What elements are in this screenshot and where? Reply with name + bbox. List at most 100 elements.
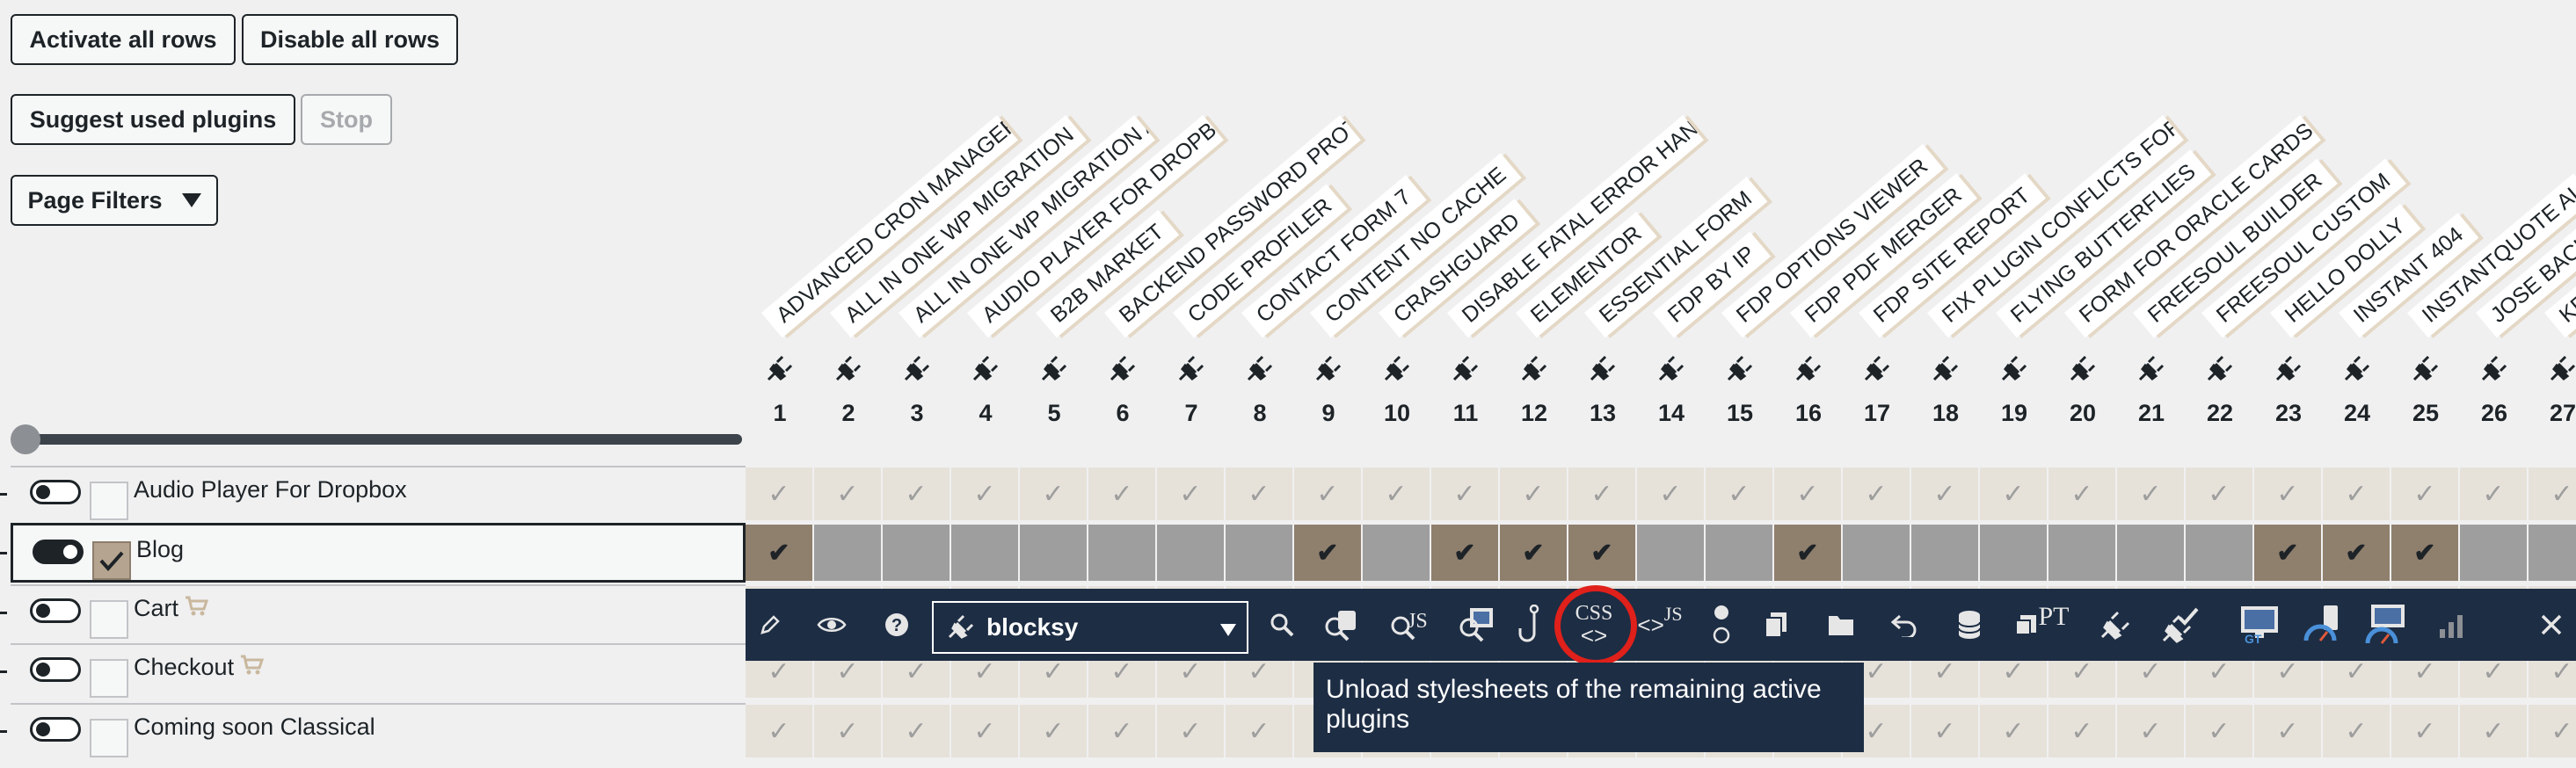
plugin-select[interactable]: blocksy: [932, 601, 1248, 654]
plugin-cell[interactable]: ✓: [2254, 467, 2321, 520]
plugin-cell[interactable]: [2117, 525, 2184, 581]
plugin-cell[interactable]: ✔: [1568, 525, 1635, 581]
plug-icon[interactable]: [1226, 353, 1294, 388]
plugin-cell[interactable]: ✓: [883, 705, 950, 757]
plug-icon[interactable]: [1157, 353, 1226, 388]
plug-icon[interactable]: [2529, 353, 2576, 388]
plug-icon[interactable]: [2117, 353, 2186, 388]
plugin-cell[interactable]: ✔: [1431, 525, 1498, 581]
plug-icon[interactable]: [2391, 353, 2460, 388]
plugin-cell[interactable]: ✔: [746, 525, 812, 581]
row-toggle[interactable]: [30, 717, 81, 742]
plugin-cell[interactable]: ✓: [814, 705, 881, 757]
column-slider-handle[interactable]: [11, 424, 40, 454]
plug-icon[interactable]: [1706, 353, 1774, 388]
plugin-cell[interactable]: ✓: [1088, 467, 1155, 520]
plugin-cell[interactable]: ✓: [2186, 705, 2252, 757]
plugin-cell[interactable]: [814, 525, 881, 581]
hook-icon[interactable]: [1512, 589, 1551, 661]
folder-icon[interactable]: [1822, 589, 1860, 661]
plugin-cell[interactable]: ✓: [1088, 705, 1155, 757]
plug-icon[interactable]: [951, 353, 1020, 388]
plugin-cell[interactable]: ✓: [2117, 705, 2184, 757]
plugin-cell[interactable]: ✓: [2529, 705, 2576, 757]
plugin-cell[interactable]: ✓: [2117, 467, 2184, 520]
desktop-speed-icon[interactable]: [2361, 589, 2411, 661]
close-icon[interactable]: [2532, 589, 2571, 661]
plugin-cell[interactable]: ✓: [1500, 467, 1567, 520]
plugin-cell[interactable]: ✓: [2048, 705, 2115, 757]
plugin-cell[interactable]: ✓: [746, 467, 812, 520]
plugin-cell[interactable]: ✓: [2391, 705, 2458, 757]
plugin-cell[interactable]: ✓: [2048, 467, 2115, 520]
edit-pencil-icon[interactable]: [751, 589, 790, 661]
plugin-cell[interactable]: ✓: [1568, 467, 1635, 520]
plugin-cell[interactable]: ✔: [2391, 525, 2458, 581]
plugin-cell[interactable]: [1226, 525, 1292, 581]
plug-icon[interactable]: [1774, 353, 1843, 388]
plugin-cell[interactable]: ✓: [2529, 467, 2576, 520]
plugin-cell[interactable]: [1020, 525, 1087, 581]
plugin-cell[interactable]: [1157, 525, 1224, 581]
plugin-cell[interactable]: [1088, 525, 1155, 581]
plugin-cell[interactable]: [1980, 525, 2047, 581]
plugin-disable-icon[interactable]: [2092, 589, 2136, 661]
search-js-icon[interactable]: JS: [1386, 589, 1433, 661]
plugin-cell[interactable]: ✓: [1157, 467, 1224, 520]
search-icon[interactable]: [1263, 589, 1301, 661]
plugin-cell[interactable]: [2529, 525, 2576, 581]
row-toggle[interactable]: [30, 480, 81, 504]
plugin-cell[interactable]: ✓: [1774, 467, 1841, 520]
plug-icon[interactable]: [1843, 353, 1911, 388]
database-icon[interactable]: [1950, 589, 1989, 661]
plugin-cell[interactable]: ✓: [2391, 467, 2458, 520]
row-checkbox[interactable]: [90, 482, 128, 520]
post-types-icon[interactable]: PT: [2012, 589, 2073, 661]
plugin-cell[interactable]: ✓: [951, 705, 1018, 757]
plugin-cell[interactable]: ✓: [1980, 705, 2047, 757]
plug-icon[interactable]: [1431, 353, 1500, 388]
plug-icon[interactable]: [1294, 353, 1363, 388]
plugin-cell[interactable]: ✓: [2460, 705, 2527, 757]
plugin-cell[interactable]: ✓: [2323, 467, 2390, 520]
plugin-cell[interactable]: ✓: [1980, 467, 2047, 520]
desktop-gt-icon[interactable]: GT: [2235, 589, 2284, 661]
help-icon[interactable]: ?: [877, 589, 916, 661]
plugin-cell[interactable]: ✓: [1431, 467, 1498, 520]
plugin-cell[interactable]: [2460, 525, 2527, 581]
plugin-cell[interactable]: ✓: [951, 467, 1018, 520]
plug-icon[interactable]: [1500, 353, 1568, 388]
plugin-cell[interactable]: ✓: [883, 467, 950, 520]
column-slider-track[interactable]: [21, 434, 742, 445]
plugin-cell[interactable]: [2048, 525, 2115, 581]
plugin-cell[interactable]: ✔: [1500, 525, 1567, 581]
plugin-cell[interactable]: ✓: [746, 705, 812, 757]
plugin-cell[interactable]: ✓: [1020, 467, 1087, 520]
row-checkbox[interactable]: [90, 600, 128, 639]
plugin-cell[interactable]: ✓: [1363, 467, 1430, 520]
plugin-cell[interactable]: ✓: [2323, 705, 2390, 757]
plug-icon[interactable]: [1088, 353, 1157, 388]
plugin-cell[interactable]: ✔: [1294, 525, 1361, 581]
unload-js-icon[interactable]: <> JS: [1634, 589, 1686, 661]
plugin-cell[interactable]: [1843, 525, 1910, 581]
eye-icon[interactable]: [812, 589, 851, 661]
plugin-cell[interactable]: ✓: [2186, 467, 2252, 520]
plugin-cell[interactable]: ✓: [1843, 467, 1910, 520]
plugin-cell[interactable]: [883, 525, 950, 581]
plug-icon[interactable]: [814, 353, 883, 388]
plugin-cell[interactable]: ✓: [1226, 705, 1292, 757]
plugin-cell[interactable]: [1363, 525, 1430, 581]
plugin-cell[interactable]: ✓: [2460, 467, 2527, 520]
plugin-cell[interactable]: ✓: [1157, 705, 1224, 757]
row-checkbox[interactable]: [90, 659, 128, 698]
search-plugins-icon[interactable]: [1319, 589, 1363, 661]
plugin-cell[interactable]: ✔: [2323, 525, 2390, 581]
copy-icon[interactable]: [1757, 589, 1795, 661]
row-toggle[interactable]: [30, 598, 81, 623]
mobile-speed-icon[interactable]: [2298, 589, 2347, 661]
plugin-cell[interactable]: [1911, 525, 1978, 581]
plugin-cell[interactable]: ✓: [1020, 705, 1087, 757]
plug-icon[interactable]: [2254, 353, 2323, 388]
plug-icon[interactable]: [1363, 353, 1431, 388]
